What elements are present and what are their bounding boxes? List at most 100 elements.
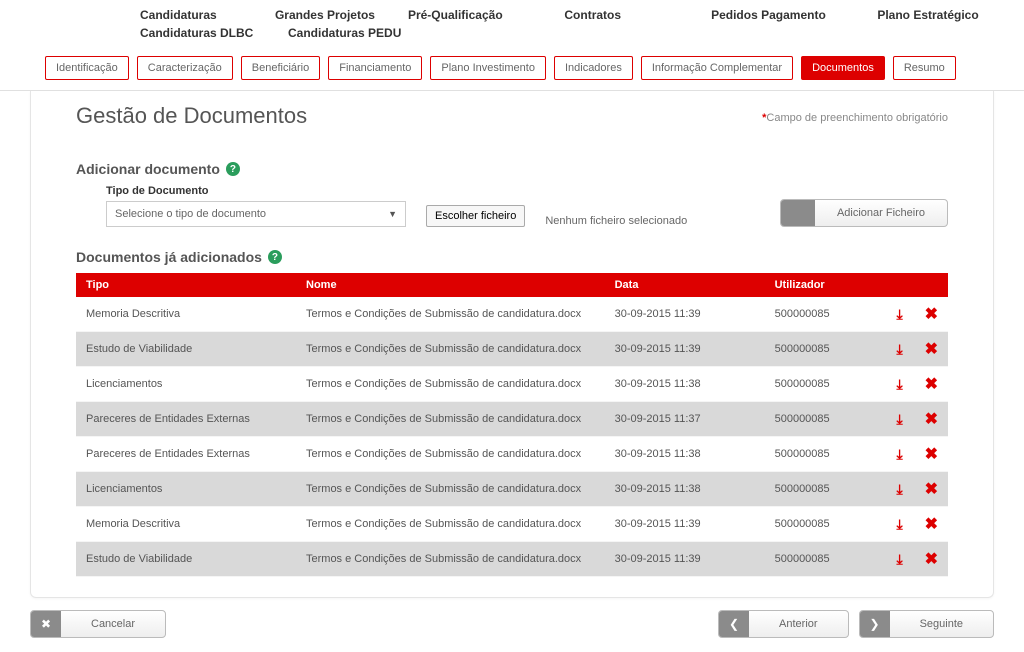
delete-icon[interactable]: ✖ xyxy=(925,306,938,323)
th-tipo: Tipo xyxy=(76,273,296,297)
cell-data: 30-09-2015 11:38 xyxy=(605,367,765,402)
table-row: LicenciamentosTermos e Condições de Subm… xyxy=(76,367,948,402)
cell-tipo: Pareceres de Entidades Externas xyxy=(76,402,296,437)
cell-data: 30-09-2015 11:39 xyxy=(605,297,765,332)
th-user: Utilizador xyxy=(765,273,885,297)
tab-documentos[interactable]: Documentos xyxy=(801,56,885,80)
top-nav-item[interactable]: Candidaturas xyxy=(140,8,275,22)
next-button[interactable]: ❯ Seguinte xyxy=(859,610,994,638)
cell-data: 30-09-2015 11:39 xyxy=(605,542,765,577)
download-icon[interactable]: ⤓ xyxy=(896,551,902,567)
table-row: LicenciamentosTermos e Condições de Subm… xyxy=(76,472,948,507)
download-icon[interactable]: ⤓ xyxy=(896,411,902,427)
cell-user: 500000085 xyxy=(765,437,885,472)
doc-type-field: Tipo de Documento Selecione o tipo de do… xyxy=(106,185,406,227)
top-nav-item[interactable]: Pedidos Pagamento xyxy=(711,8,877,22)
doc-type-select[interactable]: Selecione o tipo de documento ▼ xyxy=(106,201,406,227)
chevron-right-icon: ❯ xyxy=(860,611,890,637)
tab-identifica-o[interactable]: Identificação xyxy=(45,56,129,80)
footer-nav: ✖ Cancelar ❮ Anterior ❯ Seguinte xyxy=(0,610,1024,652)
existing-docs-heading: Documentos já adicionados ? xyxy=(76,249,948,265)
cell-user: 500000085 xyxy=(765,297,885,332)
cell-data: 30-09-2015 11:38 xyxy=(605,437,765,472)
table-row: Memoria DescritivaTermos e Condições de … xyxy=(76,507,948,542)
top-nav-item[interactable]: Candidaturas DLBC xyxy=(140,26,288,40)
tabs-row: Identificação Caracterização Beneficiário F… xyxy=(0,48,1024,91)
download-icon[interactable]: ⤓ xyxy=(896,446,902,462)
cell-tipo: Estudo de Viabilidade xyxy=(76,542,296,577)
close-icon: ✖ xyxy=(31,611,61,637)
cell-user: 500000085 xyxy=(765,367,885,402)
tab-financiamento[interactable]: Financiamento xyxy=(328,56,422,80)
cell-tipo: Memoria Descritiva xyxy=(76,507,296,542)
tab-caracteriza-o[interactable]: Caracterização xyxy=(137,56,233,80)
content-panel: Gestão de Documentos *Campo de preenchim… xyxy=(30,91,994,598)
add-file-button[interactable]: Adicionar Ficheiro xyxy=(780,199,948,227)
tab-plano-investimento[interactable]: Plano Investimento xyxy=(430,56,546,80)
cell-user: 500000085 xyxy=(765,507,885,542)
cell-tipo: Pareceres de Entidades Externas xyxy=(76,437,296,472)
cell-tipo: Licenciamentos xyxy=(76,367,296,402)
add-icon xyxy=(781,200,815,226)
top-nav-item[interactable]: Grandes Projetos xyxy=(275,8,408,22)
download-icon[interactable]: ⤓ xyxy=(896,376,902,392)
delete-icon[interactable]: ✖ xyxy=(925,551,938,568)
page-title: Gestão de Documentos xyxy=(76,103,307,129)
delete-icon[interactable]: ✖ xyxy=(925,516,938,533)
cell-nome: Termos e Condições de Submissão de candi… xyxy=(296,367,605,402)
delete-icon[interactable]: ✖ xyxy=(925,481,938,498)
download-icon[interactable]: ⤓ xyxy=(896,306,902,322)
top-nav-item[interactable]: Contratos xyxy=(564,8,711,22)
top-nav: CandidaturasGrandes ProjetosPré-Qualific… xyxy=(0,0,1024,48)
table-row: Pareceres de Entidades ExternasTermos e … xyxy=(76,402,948,437)
th-nome: Nome xyxy=(296,273,605,297)
cell-data: 30-09-2015 11:39 xyxy=(605,332,765,367)
choose-file-button[interactable]: Escolher ficheiro xyxy=(426,205,525,227)
cell-data: 30-09-2015 11:39 xyxy=(605,507,765,542)
help-icon[interactable]: ? xyxy=(268,250,282,264)
th-data: Data xyxy=(605,273,765,297)
table-row: Estudo de ViabilidadeTermos e Condições … xyxy=(76,542,948,577)
add-document-heading: Adicionar documento ? xyxy=(76,161,948,177)
top-nav-item[interactable]: Candidaturas PEDU xyxy=(288,26,438,40)
documents-table: Tipo Nome Data Utilizador Memoria Descri… xyxy=(76,273,948,577)
cell-nome: Termos e Condições de Submissão de candi… xyxy=(296,297,605,332)
cell-nome: Termos e Condições de Submissão de candi… xyxy=(296,542,605,577)
chevron-left-icon: ❮ xyxy=(719,611,749,637)
table-row: Estudo de ViabilidadeTermos e Condições … xyxy=(76,332,948,367)
cell-tipo: Memoria Descritiva xyxy=(76,297,296,332)
cell-user: 500000085 xyxy=(765,332,885,367)
cancel-button[interactable]: ✖ Cancelar xyxy=(30,610,166,638)
download-icon[interactable]: ⤓ xyxy=(896,481,902,497)
cell-nome: Termos e Condições de Submissão de candi… xyxy=(296,507,605,542)
cell-tipo: Licenciamentos xyxy=(76,472,296,507)
delete-icon[interactable]: ✖ xyxy=(925,446,938,463)
top-nav-item[interactable]: Pré-Qualificação xyxy=(408,8,564,22)
chevron-down-icon: ▼ xyxy=(388,209,397,219)
cell-nome: Termos e Condições de Submissão de candi… xyxy=(296,332,605,367)
cell-user: 500000085 xyxy=(765,472,885,507)
top-nav-item[interactable]: Plano Estratégico xyxy=(877,8,1024,22)
download-icon[interactable]: ⤓ xyxy=(896,341,902,357)
tab-indicadores[interactable]: Indicadores xyxy=(554,56,633,80)
cell-nome: Termos e Condições de Submissão de candi… xyxy=(296,437,605,472)
help-icon[interactable]: ? xyxy=(226,162,240,176)
cell-tipo: Estudo de Viabilidade xyxy=(76,332,296,367)
table-row: Pareceres de Entidades ExternasTermos e … xyxy=(76,437,948,472)
doc-type-label: Tipo de Documento xyxy=(106,185,406,197)
tab-resumo[interactable]: Resumo xyxy=(893,56,956,80)
no-file-text: Nenhum ficheiro selecionado xyxy=(545,215,687,227)
cell-data: 30-09-2015 11:37 xyxy=(605,402,765,437)
tab-informa-o-complementar[interactable]: Informação Complementar xyxy=(641,56,793,80)
cell-data: 30-09-2015 11:38 xyxy=(605,472,765,507)
table-row: Memoria DescritivaTermos e Condições de … xyxy=(76,297,948,332)
delete-icon[interactable]: ✖ xyxy=(925,376,938,393)
cell-user: 500000085 xyxy=(765,542,885,577)
previous-button[interactable]: ❮ Anterior xyxy=(718,610,849,638)
delete-icon[interactable]: ✖ xyxy=(925,341,938,358)
tab-benefici-rio[interactable]: Beneficiário xyxy=(241,56,320,80)
required-note: *Campo de preenchimento obrigatório xyxy=(762,112,948,124)
delete-icon[interactable]: ✖ xyxy=(925,411,938,428)
cell-nome: Termos e Condições de Submissão de candi… xyxy=(296,472,605,507)
cell-nome: Termos e Condições de Submissão de candi… xyxy=(296,402,605,437)
